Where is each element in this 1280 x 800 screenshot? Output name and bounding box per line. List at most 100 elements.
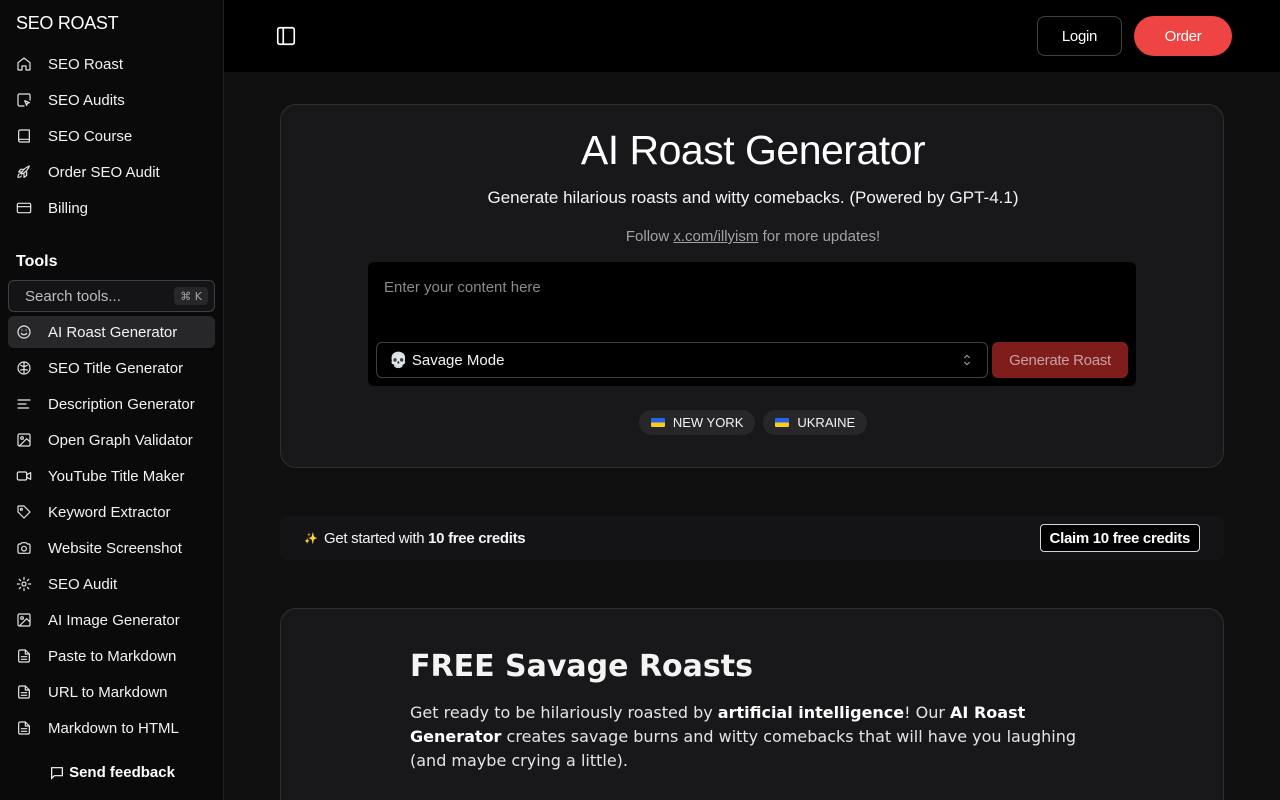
generate-roast-button[interactable]: Generate Roast xyxy=(992,342,1128,378)
tag-icon xyxy=(16,504,32,520)
support-chips: NEW YORK UKRAINE xyxy=(281,410,1225,435)
sidebar-toggle-button[interactable] xyxy=(275,25,297,47)
brand-logo[interactable]: SEO ROAST xyxy=(16,13,119,34)
nav-item-billing[interactable]: Billing xyxy=(8,192,215,224)
sidebar-item-label: SEO Audit xyxy=(48,575,118,593)
search-shortcut-badge: ⌘ K xyxy=(174,287,208,305)
chip-label: UKRAINE xyxy=(797,415,856,430)
sidebar-item-seo-audit[interactable]: SEO Audit xyxy=(8,568,215,600)
chip-label: NEW YORK xyxy=(672,415,744,430)
order-button[interactable]: Order xyxy=(1134,16,1232,56)
nav-item-label: Order SEO Audit xyxy=(48,163,160,181)
info-text: ! Our xyxy=(904,703,945,722)
file-icon xyxy=(16,720,32,736)
sidebar-item-label: Description Generator xyxy=(48,395,195,413)
sidebar-item-seo-title-generator[interactable]: SEO Title Generator xyxy=(8,352,215,384)
image-icon xyxy=(16,432,32,448)
sparkle-icon: ✨ xyxy=(304,531,318,545)
tools-search: ⌘ K xyxy=(8,280,215,312)
nav-item-seo-audits[interactable]: SEO Audits xyxy=(8,84,215,116)
sidebar-item-label: Open Graph Validator xyxy=(48,431,193,449)
nav-item-seo-roast[interactable]: SEO Roast xyxy=(8,48,215,80)
image-icon xyxy=(16,612,32,628)
credits-banner: ✨ Get started with 10 free credits Claim… xyxy=(280,516,1224,560)
rocket-icon xyxy=(16,164,32,180)
info-bold: artificial intelligence xyxy=(717,703,905,722)
sidebar-item-label: Keyword Extractor xyxy=(48,503,171,521)
search-input[interactable] xyxy=(25,287,165,305)
sidebar-item-label: SEO Title Generator xyxy=(48,359,184,377)
sidebar: SEO ROAST SEO Roast SEO Audits SEO Cours… xyxy=(0,0,224,800)
sidebar-item-label: AI Roast Generator xyxy=(48,323,178,341)
video-icon xyxy=(16,468,32,484)
sidebar-item-description-generator[interactable]: Description Generator xyxy=(8,388,215,420)
ukraine-flag-icon xyxy=(775,418,790,427)
smile-icon xyxy=(16,324,32,340)
audit-icon xyxy=(16,92,32,108)
sidebar-item-label: YouTube Title Maker xyxy=(48,467,185,485)
nav-item-label: SEO Course xyxy=(48,127,133,145)
content-input[interactable] xyxy=(368,262,1136,340)
info-card: FREE Savage Roasts Get ready to be hilar… xyxy=(280,608,1224,800)
sidebar-item-ai-image-generator[interactable]: AI Image Generator xyxy=(8,604,215,636)
chip-ukraine[interactable]: UKRAINE xyxy=(763,410,868,435)
chip-new-york[interactable]: NEW YORK xyxy=(638,410,756,435)
info-heading: FREE Savage Roasts xyxy=(410,649,753,684)
credits-text: Get started with 10 free credits xyxy=(324,529,526,547)
follow-suffix: for more updates! xyxy=(762,228,881,245)
claim-credits-button[interactable]: Claim 10 free credits xyxy=(1039,524,1200,552)
info-text: creates savage burns and witty comebacks… xyxy=(410,727,1077,770)
follow-link[interactable]: x.com/illyism xyxy=(673,228,758,245)
ukraine-flag-icon xyxy=(650,418,665,427)
sidebar-item-website-screenshot[interactable]: Website Screenshot xyxy=(8,532,215,564)
sidebar-item-youtube-title-maker[interactable]: YouTube Title Maker xyxy=(8,460,215,492)
file-icon xyxy=(16,648,32,664)
main-content: Login Order AI Roast Generator Generate … xyxy=(224,0,1280,800)
book-icon xyxy=(16,128,32,144)
camera-icon xyxy=(16,540,32,556)
page-title: AI Roast Generator xyxy=(580,127,926,173)
sidebar-item-markdown-to-html[interactable]: Markdown to HTML xyxy=(8,712,215,744)
roast-composer: 💀 Savage Mode Generate Roast xyxy=(368,262,1136,386)
send-feedback-label: Send feedback xyxy=(69,764,175,781)
credits-bold: 10 free credits xyxy=(428,529,526,547)
sidebar-item-label: Website Screenshot xyxy=(48,539,182,557)
sidebar-item-label: Markdown to HTML xyxy=(48,719,179,737)
login-button[interactable]: Login xyxy=(1037,16,1122,56)
sidebar-item-open-graph-validator[interactable]: Open Graph Validator xyxy=(8,424,215,456)
sidebar-item-label: URL to Markdown xyxy=(48,683,168,701)
tools-section-title: Tools xyxy=(16,253,58,270)
sidebar-item-label: AI Image Generator xyxy=(48,611,180,629)
home-icon xyxy=(16,56,32,72)
credit-card-icon xyxy=(16,200,32,216)
send-feedback-button[interactable]: Send feedback xyxy=(0,764,224,781)
sidebar-item-keyword-extractor[interactable]: Keyword Extractor xyxy=(8,496,215,528)
align-left-icon xyxy=(16,396,32,412)
info-text: Get ready to be hilariously roasted by xyxy=(410,703,713,722)
nav-item-label: Billing xyxy=(48,199,89,217)
page-subtitle: Generate hilarious roasts and witty come… xyxy=(487,188,1019,207)
top-bar: Login Order xyxy=(224,0,1280,72)
follow-prefix: Follow xyxy=(625,228,670,245)
nav-item-order-seo-audit[interactable]: Order SEO Audit xyxy=(8,156,215,188)
nav-item-label: SEO Audits xyxy=(48,91,125,109)
roast-generator-card: AI Roast Generator Generate hilarious ro… xyxy=(280,104,1224,468)
nav-item-seo-course[interactable]: SEO Course xyxy=(8,120,215,152)
file-icon xyxy=(16,684,32,700)
credits-prefix: Get started with xyxy=(324,529,425,547)
sidebar-item-paste-to-markdown[interactable]: Paste to Markdown xyxy=(8,640,215,672)
brain-icon xyxy=(16,360,32,376)
chevron-up-down-icon xyxy=(959,352,975,368)
info-paragraph: Get ready to be hilariously roasted by a… xyxy=(410,701,1090,773)
sidebar-item-label: Paste to Markdown xyxy=(48,647,177,665)
nav-item-label: SEO Roast xyxy=(48,55,124,73)
gear-icon xyxy=(16,576,32,592)
mode-select-value: 💀 Savage Mode xyxy=(389,352,505,369)
sidebar-item-ai-roast-generator[interactable]: AI Roast Generator xyxy=(8,316,215,348)
panel-left-icon xyxy=(276,26,296,46)
mode-select[interactable]: 💀 Savage Mode xyxy=(376,342,988,378)
follow-line: Follow x.com/illyism for more updates! xyxy=(281,228,1225,245)
app: SEO ROAST SEO Roast SEO Audits SEO Cours… xyxy=(0,0,1280,800)
sidebar-item-url-to-markdown[interactable]: URL to Markdown xyxy=(8,676,215,708)
message-icon xyxy=(51,766,63,780)
